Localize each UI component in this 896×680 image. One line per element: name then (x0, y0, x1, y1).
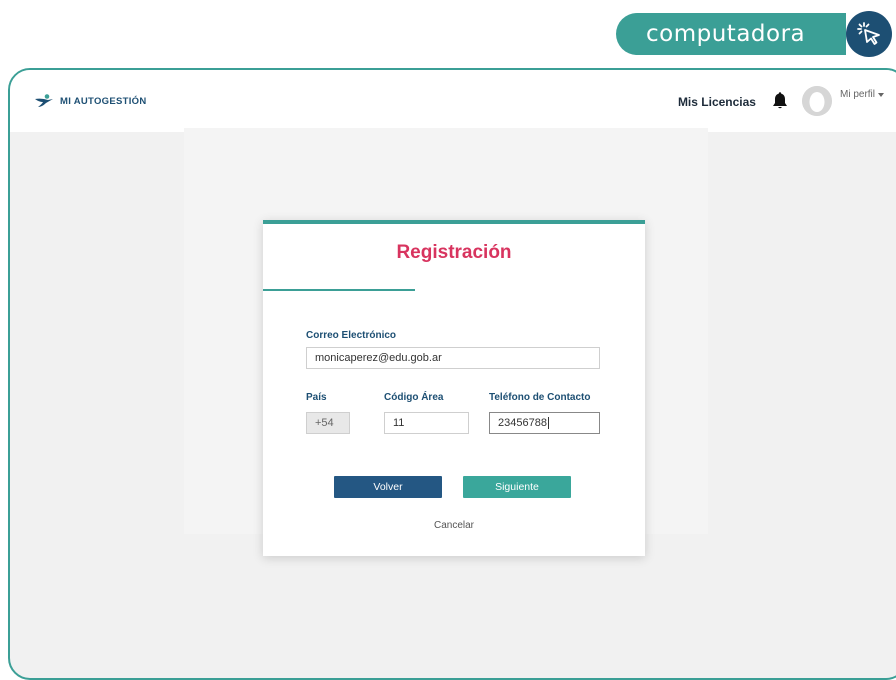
phone-value: 23456788 (498, 417, 547, 429)
brand-icon (35, 94, 53, 107)
chevron-down-icon (878, 92, 884, 97)
email-label: Correo Electrónico (306, 330, 397, 341)
page-title: Registración (396, 242, 512, 263)
cancel-link[interactable]: Cancelar (263, 520, 645, 531)
area-code-label: Código Área (384, 392, 444, 403)
next-button[interactable]: Siguiente (463, 476, 571, 498)
device-badge-label: computadora (646, 21, 806, 47)
profile-label: Mi perfil (839, 89, 875, 100)
back-button-label: Volver (373, 481, 403, 493)
email-value: monicaperez@edu.gob.ar (315, 352, 442, 364)
top-navbar: MI AUTOGESTIÓN Mis Licencias Mi perfil (10, 70, 896, 132)
country-code-value: +54 (315, 417, 334, 429)
brand-logo[interactable]: MI AUTOGESTIÓN (34, 94, 147, 108)
cancel-label: Cancelar (433, 520, 475, 531)
next-button-label: Siguiente (495, 481, 539, 493)
avatar[interactable] (801, 86, 832, 116)
title-divider (263, 289, 415, 291)
device-badge: computadora (616, 13, 846, 55)
cursor-click-icon (846, 11, 892, 57)
email-field[interactable]: monicaperez@edu.gob.ar (306, 347, 600, 369)
brand-name: MI AUTOGESTIÓN (60, 95, 147, 107)
back-button[interactable]: Volver (334, 476, 442, 498)
registration-card: Registración Correo Electrónico monicape… (263, 220, 645, 556)
licenses-link[interactable]: Mis Licencias (678, 95, 756, 109)
country-label: País (306, 392, 327, 403)
profile-menu[interactable]: Mi perfil (840, 89, 884, 100)
area-code-value: 11 (393, 417, 405, 429)
text-cursor (547, 417, 549, 429)
bell-icon[interactable] (772, 92, 788, 110)
country-code-field: +54 (306, 412, 350, 434)
area-code-field[interactable]: 11 (384, 412, 469, 434)
nav-right: Mis Licencias Mi perfil (678, 86, 884, 116)
phone-field[interactable]: 23456788 (489, 412, 600, 434)
phone-label: Teléfono de Contacto (489, 392, 591, 403)
